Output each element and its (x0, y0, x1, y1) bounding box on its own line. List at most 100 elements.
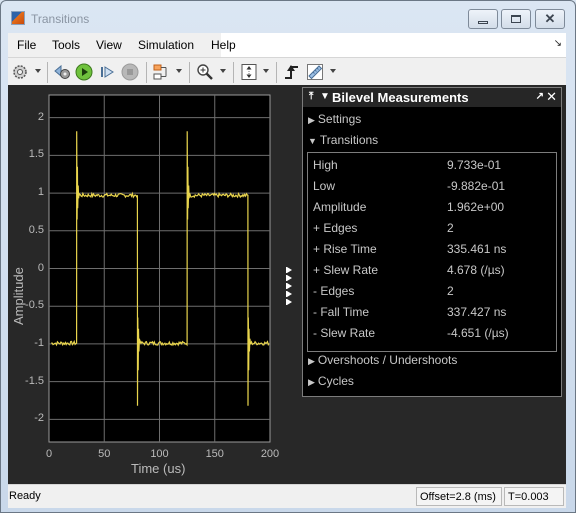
x-tick-label: 0 (45, 448, 53, 460)
gear-dropdown-icon[interactable] (35, 69, 41, 73)
x-tick-label: 200 (260, 448, 280, 460)
menu-simulation[interactable]: Simulation (138, 38, 194, 52)
menu-tools[interactable]: Tools (52, 38, 80, 52)
measurement-label: + Slew Rate (313, 263, 379, 277)
menu-view[interactable]: View (96, 38, 122, 52)
scope-display: Amplitude 2 1.5 1 0.5 0 -0.5 -1 -1.5 -2 0 50 100 15… (8, 85, 566, 484)
toolbar-separator (276, 62, 277, 83)
measurement-label: + Rise Time (313, 242, 377, 256)
expand-arrow-icon: ▶ (308, 377, 315, 387)
panel-header: ⤒ ▼ Bilevel Measurements ↗ ✕ (303, 88, 561, 107)
measurement-label: - Fall Time (313, 305, 370, 319)
minimize-button[interactable] (468, 9, 498, 29)
triggers-button[interactable] (282, 62, 302, 82)
y-tick-label: 0.5 (28, 223, 44, 236)
collapse-arrow-icon: ▼ (308, 136, 317, 146)
menu-help[interactable]: Help (211, 38, 236, 52)
minimize-icon (478, 20, 488, 24)
x-tick-label: 50 (98, 448, 111, 460)
measurement-value: 2 (447, 284, 454, 298)
flag-marker-icon[interactable] (286, 283, 292, 289)
section-settings[interactable]: ▶ Settings (308, 112, 361, 126)
undock-arrow-icon[interactable]: ↘ (554, 38, 562, 49)
section-label: Transitions (319, 133, 379, 147)
scope-window: Transitions ✕ File Tools View Simulation… (0, 0, 576, 513)
menu-file[interactable]: File (17, 38, 36, 52)
collapse-triangle-icon[interactable]: ▼ (320, 91, 330, 102)
plot-area[interactable] (8, 85, 298, 484)
step-back-icon (54, 64, 70, 79)
pin-icon[interactable]: ⤒ (309, 91, 313, 102)
matlab-logo-icon (11, 11, 25, 25)
stop-icon (121, 63, 139, 81)
section-label: Overshoots / Undershoots (317, 353, 458, 367)
x-tick-label: 100 (150, 448, 169, 460)
run-button[interactable] (74, 62, 94, 82)
measurements-dropdown-icon[interactable] (330, 69, 336, 73)
measurement-label: Low (313, 179, 336, 193)
zoom-in-icon (197, 64, 213, 80)
status-text: Ready (9, 490, 41, 502)
close-icon: ✕ (544, 11, 556, 26)
title-bar: Transitions ✕ (1, 1, 575, 32)
measurement-value: 4.678 (/µs) (447, 263, 505, 277)
y-tick-label: -2 (34, 412, 44, 425)
highlight-block-button[interactable] (151, 62, 171, 82)
flag-marker-icon[interactable] (286, 291, 292, 297)
measurement-value: 1.962e+00 (447, 200, 505, 214)
y-tick-label: -1 (34, 336, 44, 349)
channel-markers (286, 267, 292, 307)
trigger-icon (285, 65, 298, 79)
step-forward-button[interactable] (97, 62, 117, 82)
toolbar-separator (233, 62, 234, 83)
measurement-label: + Edges (313, 221, 358, 235)
measurements-button[interactable] (305, 62, 325, 82)
panel-title: Bilevel Measurements (332, 90, 469, 105)
y-tick-label: 2 (37, 110, 44, 123)
flag-marker-icon[interactable] (286, 275, 292, 281)
y-tick-label: 1 (37, 186, 44, 199)
measurement-value: 9.733e-01 (447, 158, 502, 172)
gear-icon (13, 65, 27, 79)
scale-axis-button[interactable] (239, 62, 259, 82)
y-tick-label: -0.5 (25, 299, 44, 312)
menu-bar: File Tools View Simulation Help ↘ (8, 33, 566, 57)
undock-icon[interactable]: ↗ (536, 91, 544, 102)
toolbar-separator (47, 62, 48, 83)
y-tick-label: -1.5 (25, 374, 44, 387)
expand-arrow-icon: ▶ (308, 356, 315, 366)
section-label: Cycles (317, 374, 354, 388)
time-field: T=0.003 (504, 487, 564, 506)
transitions-table: High 9.733e-01 Low -9.882e-01 Amplitude 1… (307, 152, 557, 352)
scale-dropdown-icon[interactable] (263, 69, 269, 73)
section-label: Settings (317, 112, 362, 126)
zoom-in-button[interactable] (195, 62, 215, 82)
measurement-value: 2 (447, 221, 454, 235)
section-transitions[interactable]: ▼ Transitions (308, 133, 378, 147)
zoom-dropdown-icon[interactable] (220, 69, 226, 73)
ruler-icon (307, 64, 323, 80)
stepback-button[interactable] (53, 62, 73, 82)
expand-arrow-icon: ▶ (308, 115, 315, 125)
maximize-button[interactable] (501, 9, 531, 29)
panel-close-icon[interactable]: ✕ (546, 89, 557, 105)
flag-marker-icon[interactable] (286, 267, 292, 273)
offset-field: Offset=2.8 (ms) (416, 487, 502, 506)
x-axis-label: Time (us) (131, 461, 186, 476)
flag-marker-icon[interactable] (286, 299, 292, 305)
maximize-icon (511, 15, 521, 23)
scale-axis-icon (241, 64, 257, 80)
stop-button[interactable] (120, 62, 140, 82)
measurement-value: -4.651 (/µs) (447, 326, 509, 340)
measurement-label: - Slew Rate (313, 326, 376, 340)
bilevel-measurements-panel: ⤒ ▼ Bilevel Measurements ↗ ✕ ▶ Settings ▼… (302, 87, 562, 397)
measurement-label: Amplitude (313, 200, 367, 214)
block-diagram-icon (153, 64, 167, 80)
measurement-label: - Edges (313, 284, 355, 298)
section-overshoots[interactable]: ▶ Overshoots / Undershoots (308, 353, 457, 367)
section-cycles[interactable]: ▶ Cycles (308, 374, 354, 388)
x-tick-label: 150 (205, 448, 224, 460)
close-button[interactable]: ✕ (535, 9, 565, 29)
highlight-dropdown-icon[interactable] (176, 69, 182, 73)
configuration-properties-button[interactable] (10, 62, 30, 82)
